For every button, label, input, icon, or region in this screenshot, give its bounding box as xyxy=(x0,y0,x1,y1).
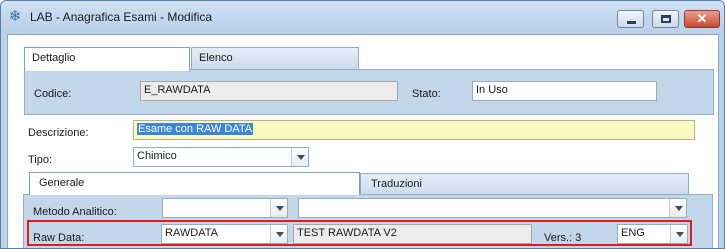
tipo-value: Chimico xyxy=(137,150,177,162)
chevron-down-icon[interactable] xyxy=(669,199,686,217)
client-area: Dettaglio Elenco Codice: E_RAWDATA Stato… xyxy=(7,34,719,248)
metodo-label: Metodo Analitico: xyxy=(33,206,117,218)
descrizione-label: Descrizione: xyxy=(28,127,89,139)
metodo-description-select[interactable] xyxy=(298,198,687,218)
tab-dettaglio[interactable]: Dettaglio xyxy=(24,47,190,71)
descrizione-field[interactable]: Esame con RAW DATA xyxy=(133,120,695,140)
chevron-down-icon[interactable] xyxy=(291,148,308,166)
chevron-down-icon[interactable] xyxy=(270,199,287,217)
tipo-label: Tipo: xyxy=(28,154,53,166)
descrizione-selected-text: Esame con RAW DATA xyxy=(137,123,254,135)
close-button[interactable]: ✕ xyxy=(684,10,720,28)
header-panel: Codice: E_RAWDATA Stato: In Uso xyxy=(24,69,714,115)
tab-traduzioni[interactable]: Traduzioni xyxy=(360,173,689,196)
minimize-button[interactable] xyxy=(617,10,644,28)
window-title: LAB - Anagrafica Esami - Modifica xyxy=(30,10,213,24)
minimize-icon xyxy=(627,21,636,24)
metodo-code-select[interactable] xyxy=(162,198,288,218)
codice-field: E_RAWDATA xyxy=(140,81,398,101)
tipo-select[interactable]: Chimico xyxy=(133,147,309,167)
stato-label: Stato: xyxy=(412,88,441,100)
snowflake-icon: ❄ xyxy=(8,8,22,25)
maximize-button[interactable] xyxy=(652,10,679,28)
tab-generale[interactable]: Generale xyxy=(29,172,360,195)
close-icon: ✕ xyxy=(696,11,708,26)
stato-field[interactable]: In Uso xyxy=(472,81,657,101)
app-window: ❄ LAB - Anagrafica Esami - Modifica ✕ De… xyxy=(0,0,725,249)
tab-elenco[interactable]: Elenco xyxy=(191,47,359,70)
title-bar[interactable]: ❄ LAB - Anagrafica Esami - Modifica ✕ xyxy=(1,1,724,34)
codice-label: Codice: xyxy=(34,88,72,100)
raw-data-highlight-box xyxy=(27,220,692,246)
maximize-icon xyxy=(661,15,671,23)
